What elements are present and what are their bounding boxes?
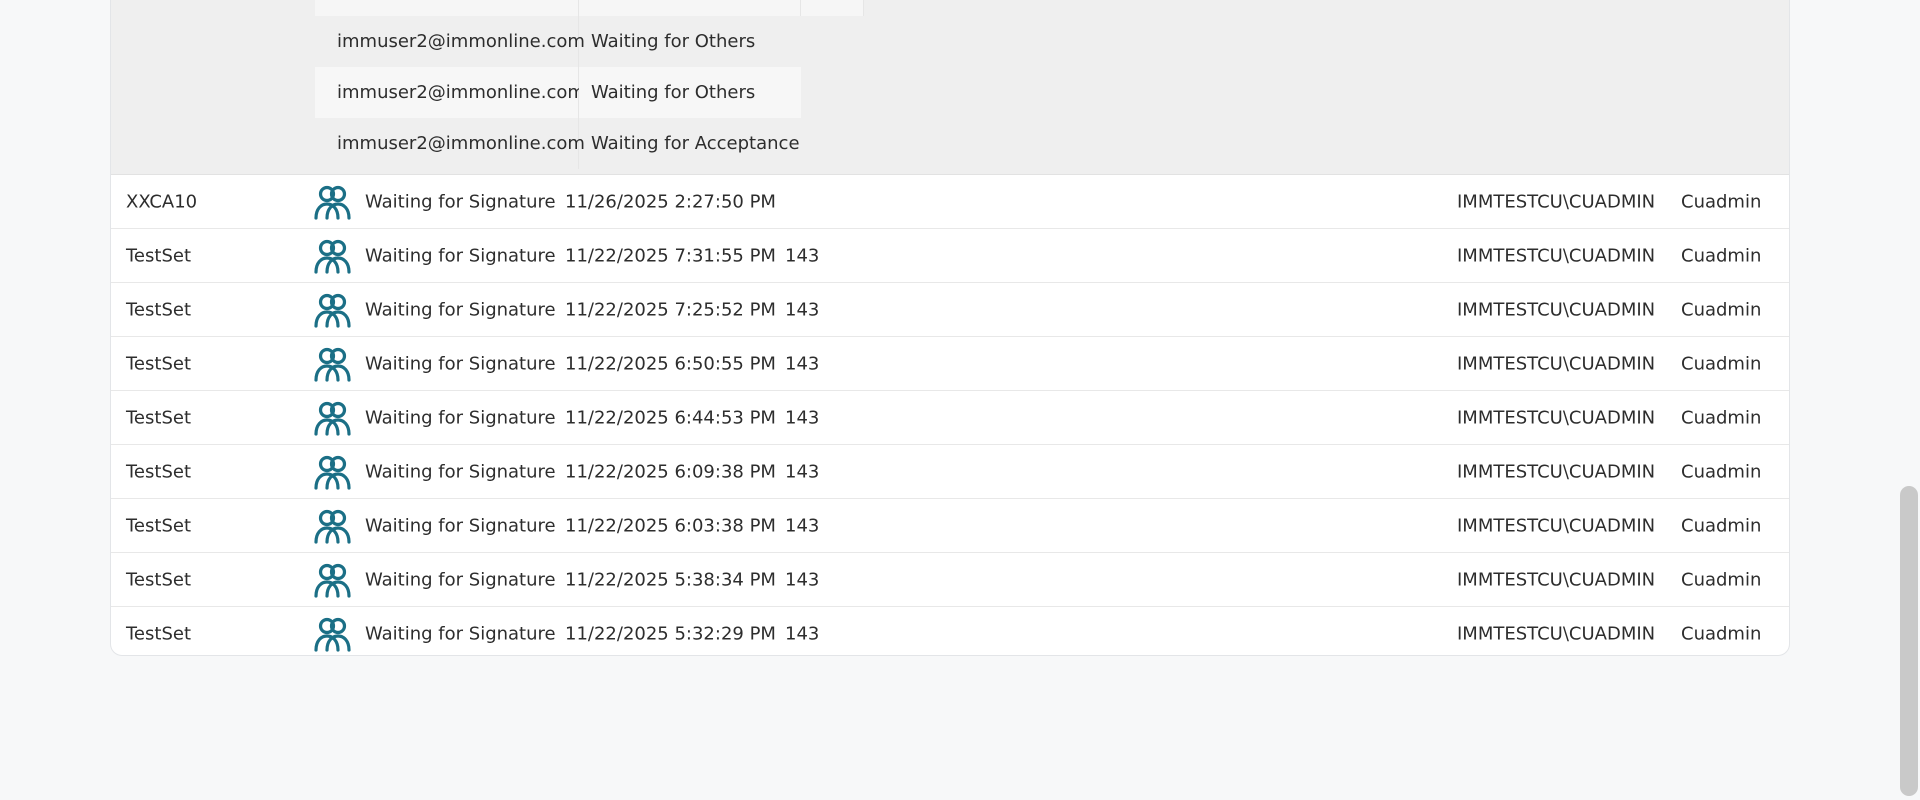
table-row[interactable]: TestSet Waiting for Signature 11/22/2025 7… [111,229,1789,283]
envelope-user: Cuadmin [1681,461,1762,482]
recipient-email-cell [315,0,579,16]
recipient-email: immuser2@immonline.com [315,67,585,118]
recipient-row[interactable]: immuser2@immonline.com Waiting for Other… [315,16,864,67]
table-row[interactable]: TestSet Waiting for Signature 11/22/2025 7… [111,283,1789,337]
expanded-recipient-detail: immuser2@immonline.com Waiting for Other… [111,0,1789,175]
recipient-status: Waiting for Others [579,67,801,118]
recipient-email: immuser2@immonline.com [315,118,585,169]
envelope-name: TestSet [126,407,192,428]
table-row[interactable]: TestSet Waiting for Signature 11/22/2025 6… [111,391,1789,445]
envelope-table: immuser2@immonline.com Waiting for Other… [110,0,1790,656]
table-row[interactable]: TestSet Waiting for Signature 11/22/2025 6… [111,499,1789,553]
recipient-status-cell [579,0,801,16]
recipient-status: Waiting for Acceptance [591,133,800,154]
envelope-user: Cuadmin [1681,245,1762,266]
table-row[interactable]: XXCA10 Waiting for Signature 11/26/2025 2:… [111,175,1789,229]
envelope-status: Waiting for Signature [365,623,556,644]
envelope-name: TestSet [126,461,192,482]
envelope-name: TestSet [126,353,192,374]
envelope-date: 11/22/2025 6:50:55 PM [565,353,776,374]
envelope-user: Cuadmin [1681,569,1762,590]
envelope-name: TestSet [126,299,192,320]
envelope-date: 11/22/2025 7:25:52 PM [565,299,776,320]
envelope-count: 143 [785,569,820,590]
table-row[interactable]: TestSet Waiting for Signature 11/22/2025 6… [111,445,1789,499]
envelope-date: 11/22/2025 5:38:34 PM [565,569,776,590]
envelope-owner: IMMTESTCU\CUADMIN [1457,461,1656,482]
envelope-count: 143 [785,353,820,374]
envelope-date: 11/22/2025 6:03:38 PM [565,515,776,536]
recipient-extra-cell [801,0,864,16]
envelope-status: Waiting for Signature [365,299,556,320]
envelope-user: Cuadmin [1681,623,1762,644]
envelope-user: Cuadmin [1681,191,1762,212]
users-icon [313,562,353,598]
envelope-count: 143 [785,623,820,644]
recipient-status: Waiting for Others [591,31,756,52]
table-row[interactable]: TestSet Waiting for Signature 11/22/2025 5… [111,553,1789,607]
envelope-owner: IMMTESTCU\CUADMIN [1457,191,1656,212]
recipient-row[interactable]: immuser2@immonline.com Waiting for Other… [315,67,864,118]
envelope-count: 143 [785,245,820,266]
envelope-name: TestSet [126,245,192,266]
envelope-status: Waiting for Signature [365,407,556,428]
users-icon [313,616,353,652]
envelope-status: Waiting for Signature [365,245,556,266]
recipient-row[interactable]: immuser2@immonline.com Waiting for Accep… [315,118,864,169]
envelope-status: Waiting for Signature [365,191,556,212]
recipient-subtable: immuser2@immonline.com Waiting for Other… [315,0,864,169]
envelope-name: XXCA10 [126,191,198,212]
users-icon [313,400,353,436]
envelope-status: Waiting for Signature [365,515,556,536]
envelope-user: Cuadmin [1681,353,1762,374]
scrollbar-thumb[interactable] [1900,486,1918,796]
users-icon [313,292,353,328]
envelope-owner: IMMTESTCU\CUADMIN [1457,623,1656,644]
envelope-status: Waiting for Signature [365,461,556,482]
users-icon [313,454,353,490]
users-icon [313,508,353,544]
envelope-owner: IMMTESTCU\CUADMIN [1457,299,1656,320]
envelope-date: 11/22/2025 6:44:53 PM [565,407,776,428]
envelope-date: 11/22/2025 7:31:55 PM [565,245,776,266]
envelope-name: TestSet [126,515,192,536]
envelope-count: 143 [785,299,820,320]
table-row[interactable]: TestSet Waiting for Signature 11/22/2025 6… [111,337,1789,391]
envelope-owner: IMMTESTCU\CUADMIN [1457,245,1656,266]
envelope-owner: IMMTESTCU\CUADMIN [1457,515,1656,536]
envelope-count: 143 [785,515,820,536]
envelope-user: Cuadmin [1681,407,1762,428]
users-icon [313,346,353,382]
envelope-status: Waiting for Signature [365,569,556,590]
envelope-owner: IMMTESTCU\CUADMIN [1457,353,1656,374]
table-row[interactable]: TestSet Waiting for Signature 11/22/2025 5… [111,607,1789,655]
envelope-count: 143 [785,407,820,428]
envelope-user: Cuadmin [1681,515,1762,536]
envelope-date: 11/22/2025 5:32:29 PM [565,623,776,644]
envelope-owner: IMMTESTCU\CUADMIN [1457,407,1656,428]
envelope-name: TestSet [126,569,192,590]
users-icon [313,238,353,274]
envelope-count: 143 [785,461,820,482]
envelope-user: Cuadmin [1681,299,1762,320]
envelope-owner: IMMTESTCU\CUADMIN [1457,569,1656,590]
envelope-date: 11/22/2025 6:09:38 PM [565,461,776,482]
envelope-status: Waiting for Signature [365,353,556,374]
envelope-date: 11/26/2025 2:27:50 PM [565,191,776,212]
envelope-name: TestSet [126,623,192,644]
recipient-row-partial [315,0,864,16]
envelope-rows: XXCA10 Waiting for Signature 11/26/2025 2:… [111,175,1789,655]
users-icon [313,184,353,220]
recipient-email: immuser2@immonline.com [315,16,585,67]
vertical-scrollbar[interactable] [1898,0,1920,800]
